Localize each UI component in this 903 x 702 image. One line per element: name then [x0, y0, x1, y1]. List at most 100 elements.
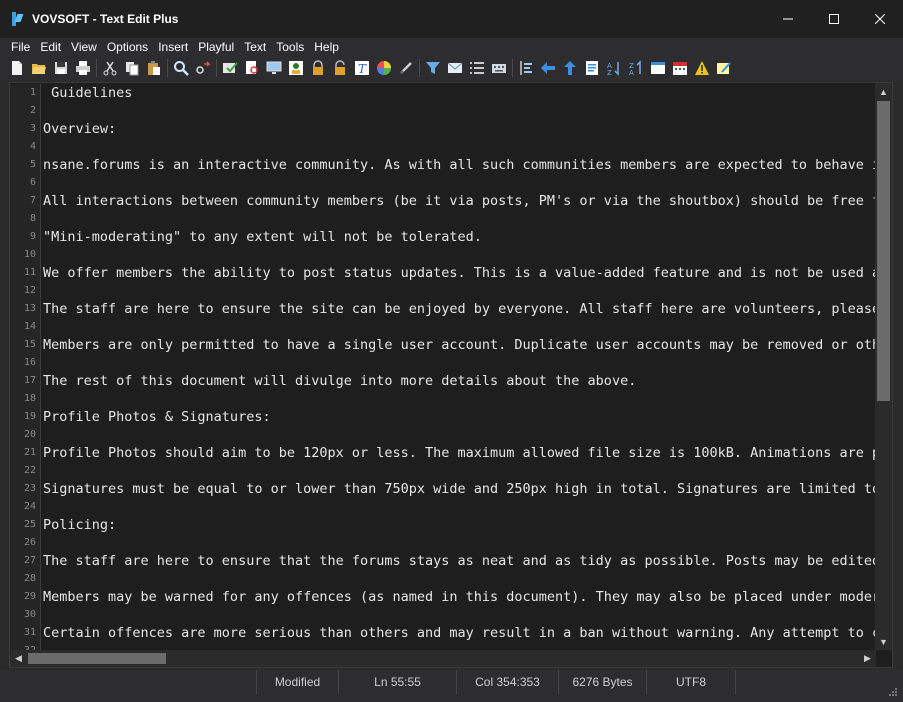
- menu-edit[interactable]: Edit: [35, 39, 66, 55]
- color-button[interactable]: [373, 57, 395, 79]
- menu-tools[interactable]: Tools: [271, 39, 309, 55]
- calendar-button[interactable]: [669, 57, 691, 79]
- minimize-button[interactable]: [765, 0, 811, 38]
- sort-za-button[interactable]: ZA: [625, 57, 647, 79]
- text-line[interactable]: All interactions between community membe…: [43, 192, 876, 210]
- sort-az-button[interactable]: AZ: [603, 57, 625, 79]
- replace-button[interactable]: [192, 57, 214, 79]
- text-line[interactable]: [43, 174, 876, 192]
- warning-icon: [695, 61, 709, 75]
- toolbar-separator: [512, 59, 513, 77]
- text-line[interactable]: Signatures must be equal to or lower tha…: [43, 480, 876, 498]
- find-in-files-button[interactable]: [241, 57, 263, 79]
- arrow-left-button[interactable]: [537, 57, 559, 79]
- window-button[interactable]: [647, 57, 669, 79]
- list-button[interactable]: [466, 57, 488, 79]
- pen-button[interactable]: [395, 57, 417, 79]
- text-line[interactable]: "Mini-moderating" to any extent will not…: [43, 228, 876, 246]
- menu-help[interactable]: Help: [309, 39, 344, 55]
- text-line[interactable]: [43, 570, 876, 588]
- close-button[interactable]: [857, 0, 903, 38]
- scroll-left-button[interactable]: ◀: [10, 650, 27, 667]
- image-button[interactable]: [285, 57, 307, 79]
- menu-insert[interactable]: Insert: [153, 39, 193, 55]
- text-line[interactable]: [43, 606, 876, 624]
- new-file-button[interactable]: [6, 57, 28, 79]
- vertical-scroll-thumb[interactable]: [877, 101, 890, 401]
- text-line[interactable]: The rest of this document will divulge i…: [43, 372, 876, 390]
- line-number: 14: [23, 321, 36, 332]
- text-line[interactable]: Guidelines: [43, 84, 876, 102]
- text-editor[interactable]: 1 2 3 4 5 6 7 8 9 10 11 12 13 14 15 16 17 18 19 20 21 22 23 24 2…: [9, 82, 893, 668]
- line-number: 8: [29, 213, 36, 224]
- text-line[interactable]: [43, 210, 876, 228]
- menu-playful[interactable]: Playful: [193, 39, 239, 55]
- menu-view[interactable]: View: [66, 39, 102, 55]
- text-line[interactable]: nsane.forums is an interactive community…: [43, 156, 876, 174]
- text-line[interactable]: Members are only permitted to have a sin…: [43, 336, 876, 354]
- paste-button[interactable]: [143, 57, 165, 79]
- text-line[interactable]: [43, 390, 876, 408]
- text-line[interactable]: [43, 498, 876, 516]
- arrow-up-icon: [564, 61, 576, 75]
- text-line[interactable]: [43, 318, 876, 336]
- toolbar-separator: [419, 59, 420, 77]
- scroll-up-button[interactable]: ▲: [875, 83, 892, 100]
- print-button[interactable]: [72, 57, 94, 79]
- calendar-icon: [673, 62, 687, 75]
- menu-options[interactable]: Options: [102, 39, 153, 55]
- vertical-scrollbar[interactable]: ▲ ▼: [875, 83, 892, 650]
- mail-button[interactable]: [444, 57, 466, 79]
- text-line[interactable]: Overview:: [43, 120, 876, 138]
- text-line[interactable]: Policing:: [43, 516, 876, 534]
- text-line[interactable]: [43, 102, 876, 120]
- open-button[interactable]: [28, 57, 50, 79]
- text-area[interactable]: Guidelines Overview: nsane.forums is an in…: [43, 84, 876, 651]
- text-line[interactable]: [43, 138, 876, 156]
- menu-file[interactable]: File: [6, 39, 35, 55]
- warning-button[interactable]: [691, 57, 713, 79]
- scroll-right-button[interactable]: ▶: [859, 650, 876, 667]
- save-icon: [55, 62, 67, 74]
- text-line[interactable]: [43, 426, 876, 444]
- find-button[interactable]: [170, 57, 192, 79]
- line-number: 25: [23, 519, 36, 530]
- text-line[interactable]: We offer members the ability to post sta…: [43, 264, 876, 282]
- line-number: 30: [23, 609, 36, 620]
- indent-button[interactable]: [515, 57, 537, 79]
- cut-button[interactable]: [99, 57, 121, 79]
- document-button[interactable]: [581, 57, 603, 79]
- filter-button[interactable]: [422, 57, 444, 79]
- line-number: 19: [23, 411, 36, 422]
- horizontal-scroll-thumb[interactable]: [28, 653, 166, 664]
- save-button[interactable]: [50, 57, 72, 79]
- horizontal-scrollbar[interactable]: ◀ ▶: [10, 650, 876, 667]
- text-line[interactable]: [43, 282, 876, 300]
- menu-text[interactable]: Text: [239, 39, 271, 55]
- text-line[interactable]: [43, 534, 876, 552]
- keyboard-button[interactable]: [488, 57, 510, 79]
- text-line[interactable]: Profile Photos should aim to be 120px or…: [43, 444, 876, 462]
- highlight-button[interactable]: [713, 57, 735, 79]
- line-number: 6: [29, 177, 36, 188]
- unlock-button[interactable]: [329, 57, 351, 79]
- text-line[interactable]: Profile Photos & Signatures:: [43, 408, 876, 426]
- text-line[interactable]: [43, 354, 876, 372]
- check-button[interactable]: [219, 57, 241, 79]
- text-line[interactable]: The staff are here to ensure the site ca…: [43, 300, 876, 318]
- monitor-button[interactable]: [263, 57, 285, 79]
- resize-grip-icon[interactable]: [889, 688, 897, 696]
- copy-button[interactable]: [121, 57, 143, 79]
- status-encoding: UTF8: [646, 670, 736, 694]
- status-bar: Modified Ln 55:55 Col 354:353 6276 Bytes…: [0, 670, 903, 702]
- arrow-up-button[interactable]: [559, 57, 581, 79]
- text-line[interactable]: [43, 246, 876, 264]
- font-button[interactable]: T: [351, 57, 373, 79]
- scroll-down-button[interactable]: ▼: [875, 633, 892, 650]
- lock-button[interactable]: [307, 57, 329, 79]
- text-line[interactable]: The staff are here to ensure that the fo…: [43, 552, 876, 570]
- maximize-button[interactable]: [811, 0, 857, 38]
- text-line[interactable]: [43, 462, 876, 480]
- text-line[interactable]: Certain offences are more serious than o…: [43, 624, 876, 642]
- text-line[interactable]: Members may be warned for any offences (…: [43, 588, 876, 606]
